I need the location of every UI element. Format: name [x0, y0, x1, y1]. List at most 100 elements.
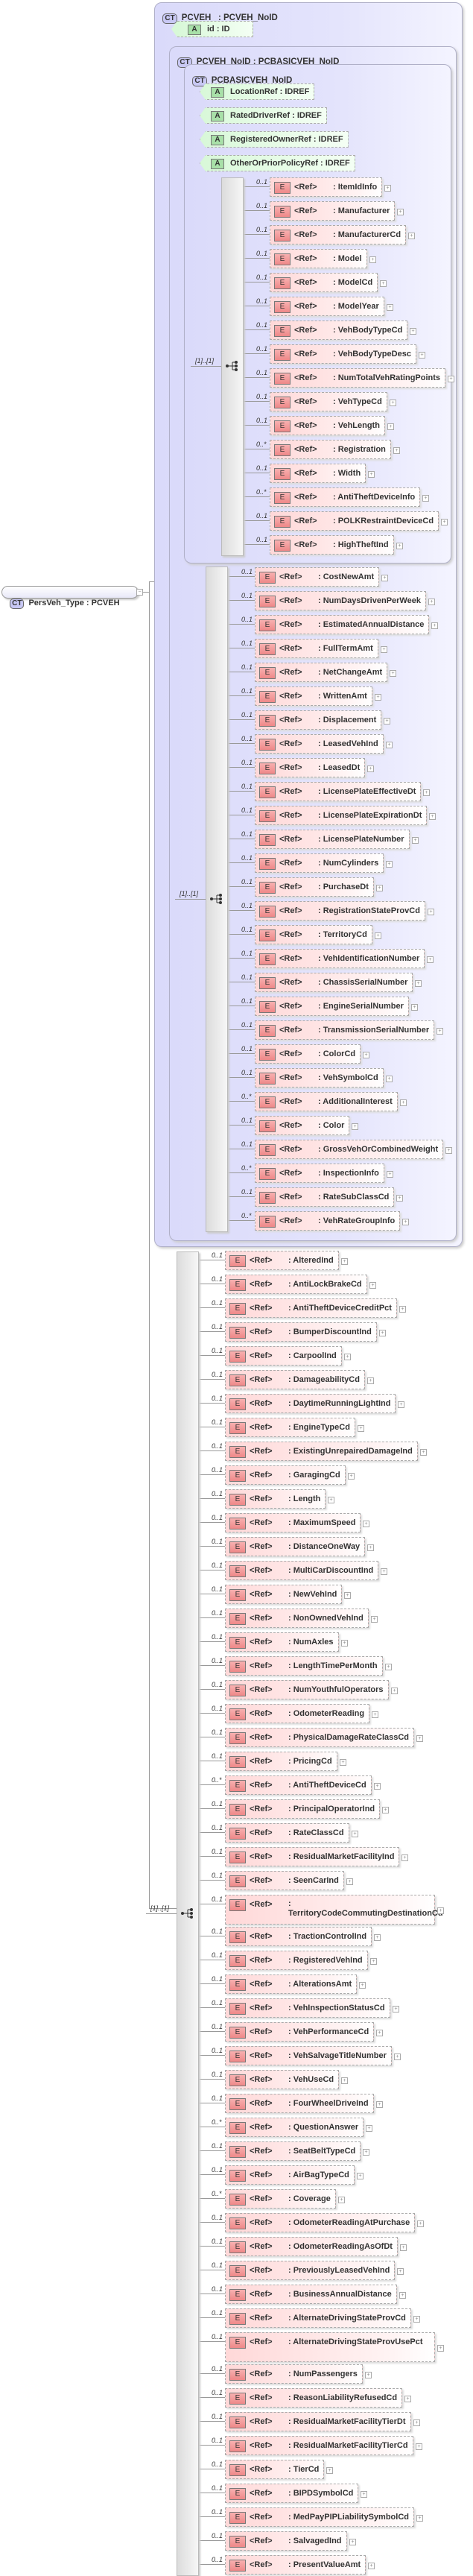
expand-icon[interactable]: + — [381, 575, 388, 581]
element-businessannualdistance[interactable]: E <Ref>: BusinessAnnualDistance — [225, 2285, 397, 2304]
attribute-locationref[interactable]: A LocationRef : IDREF — [200, 83, 315, 100]
expand-icon[interactable]: + — [400, 1099, 407, 1106]
element-color[interactable]: E <Ref>: Color — [255, 1116, 350, 1135]
expand-icon[interactable]: + — [402, 1219, 409, 1225]
expand-icon[interactable]: + — [391, 1688, 398, 1694]
element-damageabilitycd[interactable]: E <Ref>: DamageabilityCd — [225, 1370, 365, 1389]
expand-icon[interactable]: + — [341, 2077, 348, 2084]
expand-icon[interactable]: + — [368, 471, 375, 478]
expand-icon[interactable]: + — [416, 1735, 423, 1742]
element-residualmarketfacilitytierdt[interactable]: E <Ref>: ResidualMarketFacilityTierDt — [225, 2412, 411, 2431]
element-vehrategroupinfo[interactable]: E <Ref>: VehRateGroupInfo — [255, 1211, 401, 1231]
element-bumperdiscountind[interactable]: E <Ref>: BumperDiscountInd — [225, 1322, 377, 1342]
element-vehidentificationnumber[interactable]: E <Ref>: VehIdentificationNumber — [255, 949, 425, 968]
element-residualmarketfacilityind[interactable]: E <Ref>: ResidualMarketFacilityInd — [225, 1847, 400, 1866]
expand-icon[interactable]: + — [376, 885, 383, 891]
element-salvagedind[interactable]: E <Ref>: SalvagedInd — [225, 2531, 347, 2551]
element-alternatedrivingstateprovusepct[interactable]: E <Ref>: AlternateDrivingStateProvUsePct — [225, 2332, 435, 2362]
element-antitheftdevicecreditpct[interactable]: E <Ref>: AntiTheftDeviceCreditPct — [225, 1298, 397, 1318]
element-registration[interactable]: E <Ref>: Registration — [270, 440, 391, 459]
expand-icon[interactable]: + — [344, 1592, 351, 1599]
element-transmissionserialnumber[interactable]: E <Ref>: TransmissionSerialNumber — [255, 1020, 435, 1040]
attribute-otherorpriorpolicyref[interactable]: A OtherOrPriorPolicyRef : IDREF — [200, 155, 355, 171]
expand-icon[interactable]: + — [348, 1473, 355, 1480]
expand-icon[interactable]: + — [399, 1306, 406, 1313]
expand-icon[interactable]: + — [384, 185, 391, 192]
expand-icon[interactable]: + — [352, 1831, 358, 1837]
expand-icon[interactable]: + — [368, 2563, 375, 2569]
expand-icon[interactable]: + — [404, 2396, 411, 2402]
expand-icon[interactable]: + — [363, 1052, 369, 1058]
element-licenseplateexpirationdt[interactable]: E <Ref>: LicensePlateExpirationDt — [255, 806, 428, 825]
expand-icon[interactable]: + — [387, 423, 394, 430]
expand-icon[interactable]: + — [384, 718, 390, 724]
element-vehtypecd[interactable]: E <Ref>: VehTypeCd — [270, 392, 387, 411]
element-distanceoneway[interactable]: E <Ref>: DistanceOneWay — [225, 1537, 366, 1556]
expand-icon[interactable]: + — [376, 2101, 383, 2108]
expand-icon[interactable]: + — [372, 1711, 378, 1718]
expand-icon[interactable]: + — [340, 1759, 346, 1766]
expand-icon[interactable]: + — [410, 328, 416, 335]
expand-icon[interactable]: + — [408, 233, 415, 239]
element-enginetypecd[interactable]: E <Ref>: EngineTypeCd — [225, 1418, 355, 1437]
expand-icon[interactable]: + — [437, 1028, 443, 1035]
expand-icon[interactable]: + — [326, 2467, 333, 2474]
expand-icon[interactable]: + — [367, 1377, 374, 1384]
expand-icon[interactable]: + — [387, 304, 393, 311]
element-antitheftdevicecd[interactable]: E <Ref>: AntiTheftDeviceCd — [225, 1775, 372, 1795]
element-length[interactable]: E <Ref>: Length — [225, 1489, 326, 1509]
element-displacement[interactable]: E <Ref>: Displacement — [255, 710, 382, 730]
element-costnewamt[interactable]: E <Ref>: CostNewAmt — [255, 567, 380, 587]
expand-icon[interactable]: + — [393, 447, 400, 454]
element-vehsymbolcd[interactable]: E <Ref>: VehSymbolCd — [255, 1068, 384, 1087]
expand-icon[interactable]: + — [371, 1616, 378, 1623]
element-vehinspectionstatuscd[interactable]: E <Ref>: VehInspectionStatusCd — [225, 1998, 390, 2018]
element-bipdsymbolcd[interactable]: E <Ref>: BIPDSymbolCd — [225, 2484, 359, 2503]
element-multicardiscountind[interactable]: E <Ref>: MultiCarDiscountInd — [225, 1561, 379, 1580]
element-numaxles[interactable]: E <Ref>: NumAxles — [225, 1632, 339, 1652]
expand-icon[interactable]: + — [428, 909, 434, 915]
expand-icon[interactable]: + — [367, 765, 374, 772]
expand-icon[interactable]: + — [396, 1195, 403, 1202]
element-maximumspeed[interactable]: E <Ref>: MaximumSpeed — [225, 1513, 361, 1532]
element-fourwheeldriveind[interactable]: E <Ref>: FourWheelDriveInd — [225, 2094, 374, 2113]
element-existingunrepaireddamageind[interactable]: E <Ref>: ExistingUnrepairedDamageInd — [225, 1442, 418, 1461]
element-daytimerunninglightind[interactable]: E <Ref>: DaytimeRunningLightInd — [225, 1394, 396, 1413]
element-registrationstateprovcd[interactable]: E <Ref>: RegistrationStateProvCd — [255, 901, 425, 921]
expand-icon[interactable]: + — [413, 2316, 420, 2323]
expand-icon[interactable]: + — [375, 694, 381, 701]
expand-icon[interactable]: + — [382, 1807, 389, 1813]
expand-icon[interactable]: + — [420, 1449, 427, 1456]
expand-icon[interactable]: + — [349, 2539, 356, 2545]
expand-icon[interactable]: + — [387, 1171, 393, 1178]
attribute-rateddriverref[interactable]: A RatedDriverRef : IDREF — [200, 107, 327, 124]
element-netchangeamt[interactable]: E <Ref>: NetChangeAmt — [255, 663, 388, 682]
element-vehperformancecd[interactable]: E <Ref>: VehPerformanceCd — [225, 2022, 375, 2042]
expand-icon[interactable]: + — [401, 1854, 408, 1861]
expand-icon[interactable]: + — [357, 2173, 364, 2179]
expand-icon[interactable]: + — [379, 1330, 386, 1336]
expand-icon[interactable]: + — [416, 2443, 422, 2450]
element-fulltermamt[interactable]: E <Ref>: FullTermAmt — [255, 639, 378, 658]
expand-icon[interactable]: + — [397, 209, 404, 215]
expand-icon[interactable]: + — [431, 622, 438, 629]
element-numpassengers[interactable]: E <Ref>: NumPassengers — [225, 2364, 363, 2384]
element-registeredvehind[interactable]: E <Ref>: RegisteredVehInd — [225, 1951, 368, 1970]
expand-icon[interactable]: + — [363, 1521, 369, 1527]
expand-icon[interactable]: + — [386, 861, 393, 868]
element-alteredind[interactable]: E <Ref>: AlteredInd — [225, 1251, 339, 1270]
expand-icon[interactable]: + — [417, 2220, 424, 2227]
element-model[interactable]: E <Ref>: Model — [270, 249, 367, 268]
element-vehbodytypecd[interactable]: E <Ref>: VehBodyTypeCd — [270, 321, 408, 340]
expand-icon[interactable]: + — [437, 1907, 444, 1914]
collapse-icon[interactable]: − — [136, 589, 143, 596]
expand-icon[interactable]: + — [423, 789, 430, 796]
element-lengthtimepermonth[interactable]: E <Ref>: LengthTimePerMonth — [225, 1656, 383, 1676]
element-physicaldamagerateclasscd[interactable]: E <Ref>: PhysicalDamageRateClassCd — [225, 1728, 415, 1747]
element-seatbelttypecd[interactable]: E <Ref>: SeatBeltTypeCd — [225, 2141, 361, 2161]
element-vehlength[interactable]: E <Ref>: VehLength — [270, 416, 385, 435]
element-colorcd[interactable]: E <Ref>: ColorCd — [255, 1044, 361, 1064]
element-leaseddt[interactable]: E <Ref>: LeasedDt — [255, 758, 366, 777]
expand-icon[interactable]: + — [386, 742, 393, 748]
element-airbagtypecd[interactable]: E <Ref>: AirBagTypeCd — [225, 2165, 355, 2185]
